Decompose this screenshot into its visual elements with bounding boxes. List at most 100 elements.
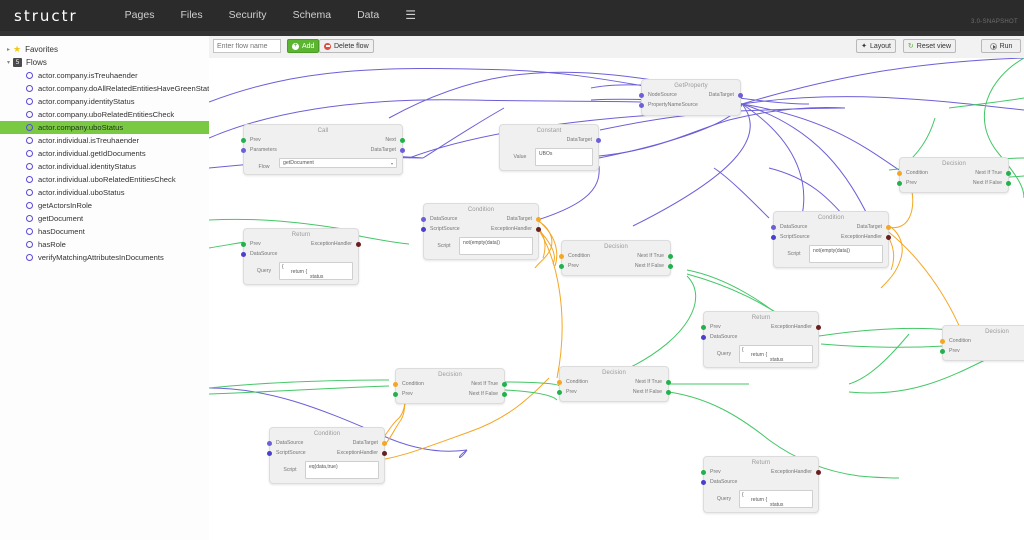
port-datasource[interactable] <box>701 480 706 485</box>
port-datatarget[interactable] <box>400 148 405 153</box>
port-exceptionhandler[interactable] <box>816 325 821 330</box>
port-datatarget[interactable] <box>738 93 743 98</box>
node-condition-2[interactable]: Condition DataSource DataTarget ScriptSo… <box>771 211 891 268</box>
tree-item-flow[interactable]: actor.individual.uboStatus <box>0 186 209 199</box>
port-datatarget[interactable] <box>536 217 541 222</box>
nav-item-data[interactable]: Data <box>344 0 392 31</box>
delete-flow-button[interactable]: Delete flow <box>319 39 374 53</box>
port-exceptionhandler[interactable] <box>356 242 361 247</box>
port-next-if-false[interactable] <box>1006 181 1011 186</box>
tree-item-flow[interactable]: actor.company.isTreuhaender <box>0 69 209 82</box>
port-datasource[interactable] <box>771 225 776 230</box>
node-decision-3[interactable]: Decision Condition Next If True Prev Nex… <box>393 368 507 404</box>
nav-item-schema[interactable]: Schema <box>280 0 345 31</box>
tree-item-flow[interactable]: actor.individual.isTreuhaender <box>0 134 209 147</box>
port-next-if-true[interactable] <box>666 380 671 385</box>
node-condition-1[interactable]: Condition DataSource DataTarget ScriptSo… <box>421 203 541 260</box>
port-datatarget[interactable] <box>382 441 387 446</box>
port-prev[interactable] <box>393 392 398 397</box>
port-scriptsource[interactable] <box>771 235 776 240</box>
chevron-down-icon[interactable]: ▾ <box>4 59 13 66</box>
script-textarea[interactable]: not(empty(data)) <box>459 237 533 255</box>
tree-node-favorites[interactable]: ▸ ★ Favorites <box>0 43 209 56</box>
node-condition-3[interactable]: Condition DataSource DataTarget ScriptSo… <box>267 427 387 484</box>
tree-item-flow[interactable]: hasDocument <box>0 225 209 238</box>
tree-item-flow[interactable]: actor.individual.uboRelatedEntitiesCheck <box>0 173 209 186</box>
port-condition[interactable] <box>393 382 398 387</box>
query-textarea[interactable]: { return { status <box>739 345 813 363</box>
port-exceptionhandler[interactable] <box>382 451 387 456</box>
node-constant[interactable]: Constant DataTarget Value UBOs <box>499 124 601 171</box>
port-condition[interactable] <box>559 254 564 259</box>
port-propertynamesource[interactable] <box>639 103 644 108</box>
tree-item-flow[interactable]: verifyMatchingAttributesInDocuments <box>0 251 209 264</box>
port-scriptsource[interactable] <box>267 451 272 456</box>
port-parameters[interactable] <box>241 148 246 153</box>
node-return-1[interactable]: Return Prev ExceptionHandler DataSource … <box>241 228 361 285</box>
script-textarea[interactable]: not(empty(data)) <box>809 245 883 263</box>
reset-view-button[interactable]: ↻ Reset view <box>902 39 956 53</box>
flow-name-input[interactable] <box>213 39 281 53</box>
port-condition[interactable] <box>557 380 562 385</box>
port-scriptsource[interactable] <box>421 227 426 232</box>
tree-item-flow[interactable]: actor.company.doAllRelatedEntitiesHaveGr… <box>0 82 209 95</box>
flow-select[interactable]: getDocument ▾ <box>279 158 397 168</box>
port-prev[interactable] <box>701 470 706 475</box>
port-prev[interactable] <box>241 138 246 143</box>
tree-item-flow[interactable]: hasRole <box>0 238 209 251</box>
run-button[interactable]: Run <box>981 39 1021 53</box>
port-prev[interactable] <box>897 181 902 186</box>
script-textarea[interactable]: eq(data,true) <box>305 461 379 479</box>
port-prev[interactable] <box>701 325 706 330</box>
flow-canvas[interactable]: GetProperty NodeSource DataTarget Proper… <box>209 58 1024 540</box>
add-flow-button[interactable]: + Add <box>287 39 320 53</box>
port-next-if-true[interactable] <box>1006 171 1011 176</box>
port-exceptionhandler[interactable] <box>886 235 891 240</box>
port-datasource[interactable] <box>267 441 272 446</box>
port-datatarget[interactable] <box>886 225 891 230</box>
port-prev[interactable] <box>559 264 564 269</box>
hamburger-menu-icon[interactable]: ☰ <box>392 0 429 31</box>
node-return-3[interactable]: Return Prev ExceptionHandler DataSource … <box>701 456 821 513</box>
port-next-if-false[interactable] <box>666 390 671 395</box>
nav-item-pages[interactable]: Pages <box>112 0 168 31</box>
tree-item-flow[interactable]: actor.company.identityStatus <box>0 95 209 108</box>
port-next-if-true[interactable] <box>502 382 507 387</box>
nav-item-files[interactable]: Files <box>167 0 215 31</box>
value-textarea[interactable]: UBOs <box>535 148 593 166</box>
port-next-if-false[interactable] <box>668 264 673 269</box>
node-decision-1[interactable]: Decision Condition Next If True Prev Nex… <box>559 240 673 276</box>
port-next[interactable] <box>400 138 405 143</box>
port-exceptionhandler[interactable] <box>816 470 821 475</box>
tree-item-flow[interactable]: getDocument <box>0 212 209 225</box>
tree-node-flows[interactable]: ▾ 5 Flows <box>0 56 209 69</box>
port-condition[interactable] <box>897 171 902 176</box>
chevron-right-icon[interactable]: ▸ <box>4 46 13 53</box>
node-decision-2[interactable]: Decision Condition Next If True Prev Nex… <box>897 157 1011 193</box>
port-condition[interactable] <box>940 339 945 344</box>
tree-item-flow-selected[interactable]: actor.company.uboStatus <box>0 121 209 134</box>
port-datasource[interactable] <box>421 217 426 222</box>
node-return-2[interactable]: Return Prev ExceptionHandler DataSource … <box>701 311 821 368</box>
query-textarea[interactable]: { return { status <box>279 262 353 280</box>
node-getproperty[interactable]: GetProperty NodeSource DataTarget Proper… <box>639 79 743 116</box>
layout-button[interactable]: ✦ Layout <box>856 39 896 53</box>
node-call[interactable]: Call Prev Next Parameters DataTarget Flo… <box>241 124 405 175</box>
query-textarea[interactable]: { return { status <box>739 490 813 508</box>
tree-item-flow[interactable]: getActorsInRole <box>0 199 209 212</box>
port-prev[interactable] <box>557 390 562 395</box>
tree-item-flow[interactable]: actor.individual.identityStatus <box>0 160 209 173</box>
node-decision-5[interactable]: Decision Condition Next Prev Next If <box>940 325 1024 361</box>
port-datasource[interactable] <box>701 335 706 340</box>
nav-item-security[interactable]: Security <box>216 0 280 31</box>
app-logo[interactable]: structr <box>14 7 78 25</box>
port-datatarget[interactable] <box>596 138 601 143</box>
node-decision-4[interactable]: Decision Condition Next If True Prev Nex… <box>557 366 671 402</box>
port-datasource[interactable] <box>241 252 246 257</box>
port-prev[interactable] <box>940 349 945 354</box>
port-nodesource[interactable] <box>639 93 644 98</box>
port-next-if-true[interactable] <box>668 254 673 259</box>
tree-item-flow[interactable]: actor.company.uboRelatedEntitiesCheck <box>0 108 209 121</box>
port-next-if-false[interactable] <box>502 392 507 397</box>
port-prev[interactable] <box>241 242 246 247</box>
